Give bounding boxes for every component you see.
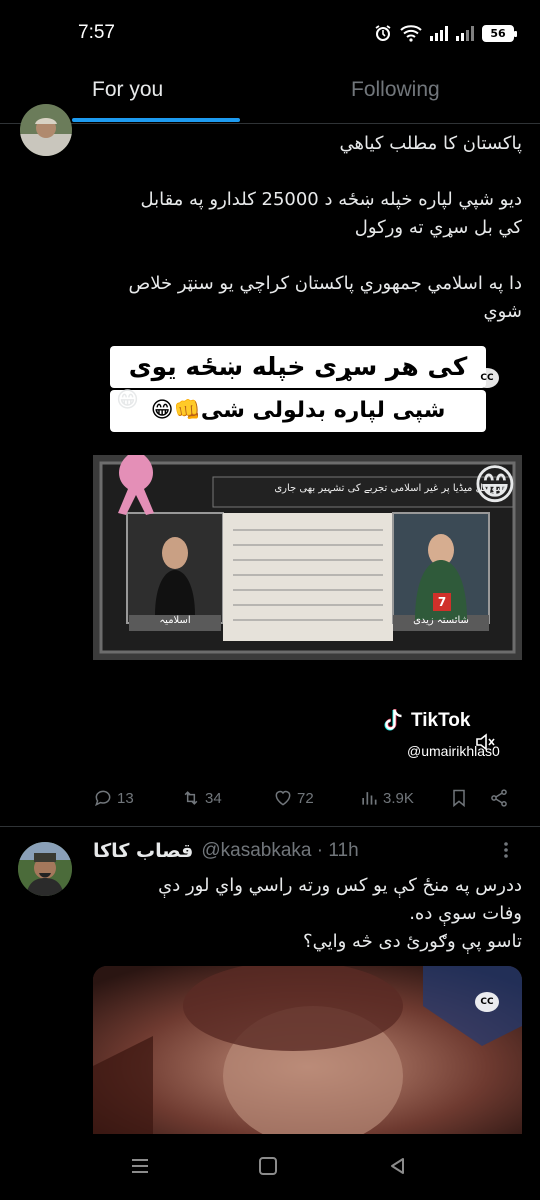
avatar[interactable]	[20, 104, 72, 156]
views-icon	[362, 792, 377, 805]
tweet-actions: 13 34 72 3.9K	[93, 788, 523, 818]
tweet-line: تاسو پې وګورئ دی څه وایي؟	[303, 931, 522, 952]
active-tab-indicator	[72, 118, 240, 122]
display-name[interactable]: قصاب کاکا	[93, 840, 193, 862]
wifi-icon	[400, 25, 422, 42]
tweet-header: قصاب کاکا @kasabkaka · 11h	[93, 840, 359, 862]
battery-icon: 56	[482, 24, 517, 42]
more-options-icon[interactable]	[502, 840, 510, 860]
captions-icon[interactable]: CC	[475, 992, 499, 1012]
signal-icon-2	[456, 25, 474, 41]
news-frame: سوشل میڈیا پر غیر اسلامی تجربے کی تشہیر …	[93, 455, 522, 660]
mute-icon[interactable]	[475, 732, 497, 752]
tweet-text: ددرس په منځ کې یو کس ورته راسي واي لور د…	[93, 872, 522, 956]
news-banner: سوشل میڈیا پر غیر اسلامی تجربے کی تشہیر …	[274, 483, 505, 494]
avatar[interactable]	[18, 842, 72, 896]
name-tag: شائستہ زیدی	[413, 615, 469, 626]
emoji: 😁	[116, 388, 139, 413]
handle-and-time: @kasabkaka · 11h	[201, 840, 359, 861]
captions-icon[interactable]: CC	[475, 368, 499, 388]
divider	[0, 826, 540, 827]
tweet-line: دیو شپي لپاره خپله ښځه د 25000 کلدارو په…	[140, 189, 522, 210]
video-thumbnail	[93, 966, 522, 1134]
back-button[interactable]	[388, 1156, 408, 1176]
like-count: 72	[297, 789, 314, 807]
share-icon	[491, 789, 507, 807]
tweet-line: وفات سوې ده.	[409, 903, 522, 924]
status-bar: 7:57 56	[0, 0, 540, 66]
view-count: 3.9K	[383, 789, 414, 807]
feed-tabs: For you Following	[0, 66, 540, 124]
tweet-line: ددرس په منځ کې یو کس ورته راسي واي لور د…	[158, 875, 522, 896]
channel-logo: 7	[433, 593, 451, 611]
tweet-line: کي بل سړي ته ورکول	[354, 217, 522, 238]
tweet-text: پاکستان کا مطلب کیاھي دیو شپي لپاره خپله…	[93, 130, 522, 326]
system-nav-bar	[0, 1134, 540, 1200]
tweet-line: پاکستان کا مطلب کیاھي	[339, 133, 523, 154]
tweet-line: دا په اسلامي جمهوري پاکستان کراچي یو سنټ…	[128, 273, 522, 294]
repost-icon	[184, 791, 198, 805]
screen: 7:57 56 For you Following پاکستان کا مطل…	[0, 0, 540, 1200]
tiktok-icon	[381, 708, 405, 734]
tweet-video[interactable]: CC	[93, 966, 522, 1134]
status-icons: 56	[374, 24, 517, 42]
bookmark-button[interactable]	[449, 788, 469, 808]
repost-count: 34	[205, 789, 222, 807]
video-caption-line: کی هر سړی خپله ښځه یوی	[110, 346, 486, 388]
reply-count: 13	[117, 789, 134, 807]
alarm-icon	[375, 25, 391, 41]
reply-icon	[95, 790, 111, 807]
recent-apps-button[interactable]	[130, 1156, 150, 1176]
name-tag: اسلامیہ	[159, 615, 191, 626]
tweet-line: شوي	[483, 301, 522, 322]
video-caption-line: شپی لپاره بدلولی شی👊😁	[110, 390, 486, 432]
views-button[interactable]: 3.9K	[359, 788, 414, 808]
tab-following[interactable]: Following	[351, 78, 440, 102]
tweet-video[interactable]: کی هر سړی خپله ښځه یوی شپی لپاره بدلولی …	[93, 340, 522, 762]
repost-button[interactable]: 34	[181, 788, 222, 808]
bookmark-icon	[453, 789, 465, 808]
like-button[interactable]: 72	[273, 788, 314, 808]
tiktok-logo: TikTok	[411, 710, 471, 731]
reply-button[interactable]: 13	[93, 788, 134, 808]
share-button[interactable]	[489, 788, 509, 808]
signal-icon	[430, 25, 448, 41]
heart-icon	[275, 790, 291, 806]
emoji: 😁	[473, 460, 517, 509]
home-button[interactable]	[258, 1156, 278, 1176]
tab-for-you[interactable]: For you	[92, 78, 163, 102]
status-time: 7:57	[78, 22, 115, 43]
